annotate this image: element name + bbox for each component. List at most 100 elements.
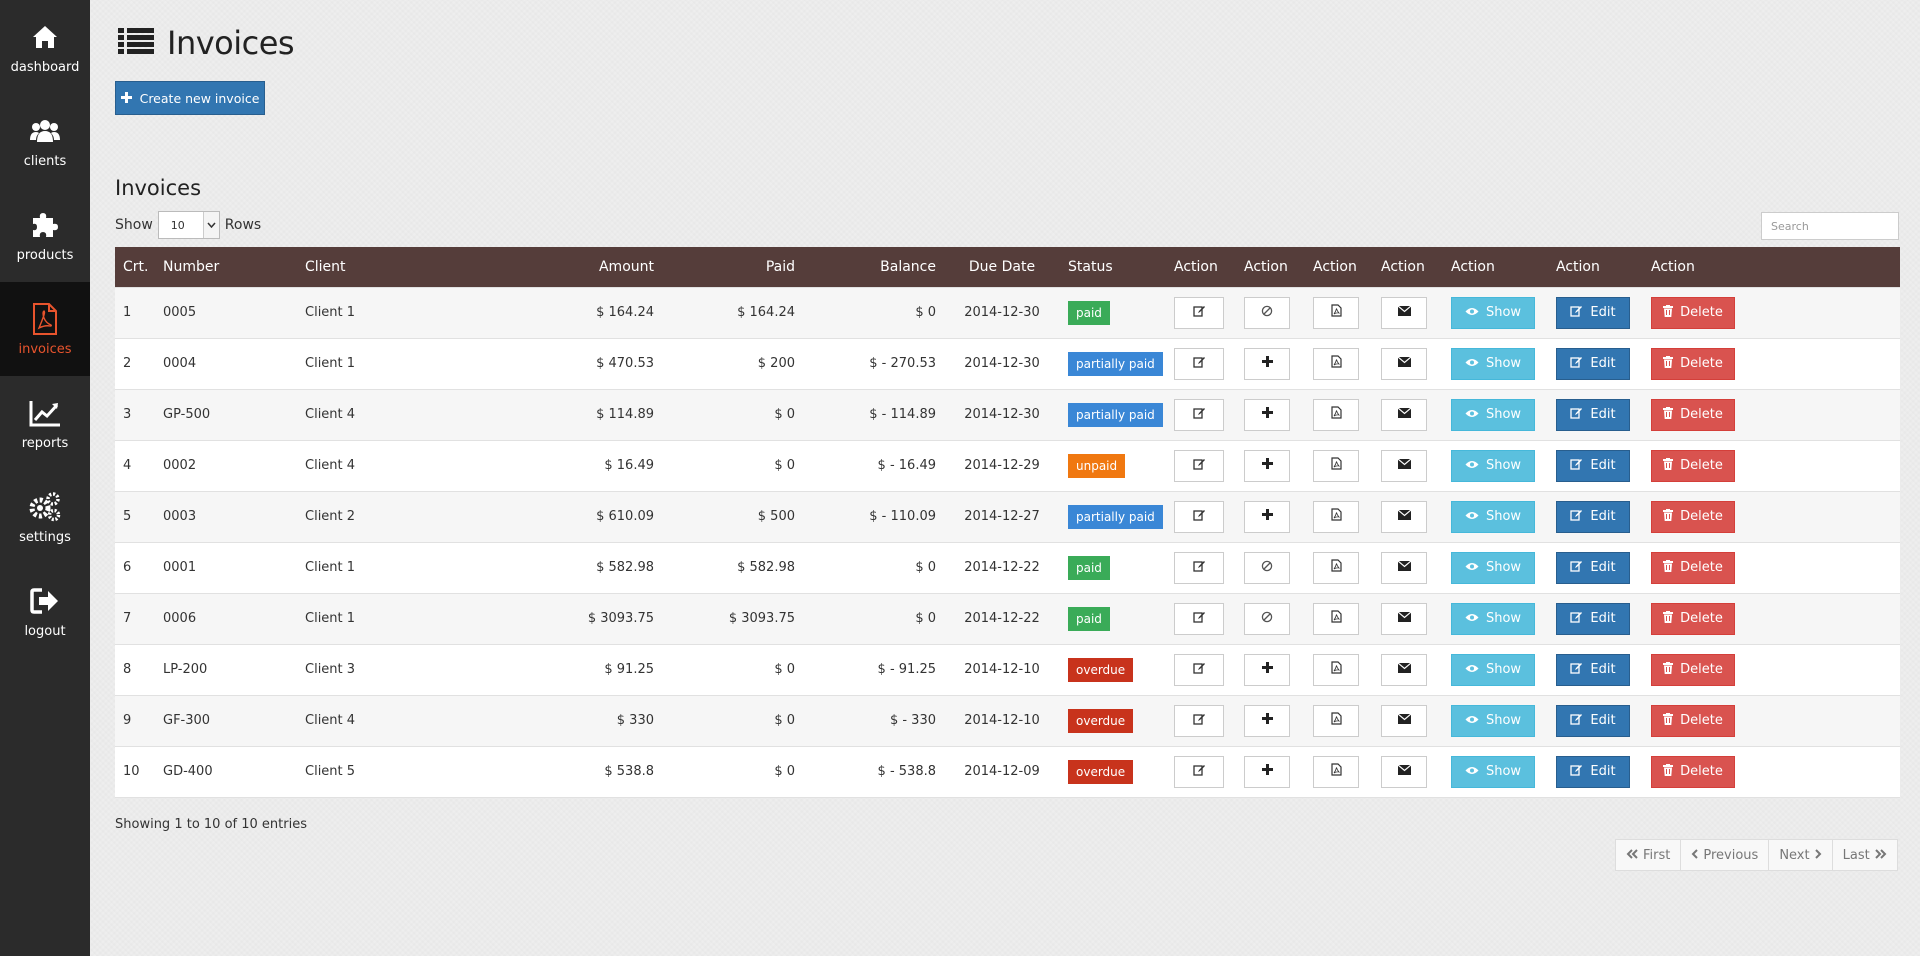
download-pdf-button[interactable] bbox=[1313, 296, 1359, 329]
edit-invoice-icon-button[interactable] bbox=[1174, 602, 1224, 635]
add-payment-button[interactable] bbox=[1244, 755, 1290, 788]
cell-crt: 7 bbox=[115, 592, 155, 644]
edit-invoice-icon-button[interactable] bbox=[1174, 296, 1224, 329]
download-pdf-button[interactable] bbox=[1313, 500, 1359, 533]
edit-button[interactable]: Edit bbox=[1556, 551, 1630, 584]
download-pdf-button[interactable] bbox=[1313, 755, 1359, 788]
edit-invoice-icon-button[interactable] bbox=[1174, 551, 1224, 584]
show-button[interactable]: Show bbox=[1451, 755, 1535, 788]
edit-button[interactable]: Edit bbox=[1556, 653, 1630, 686]
send-email-button[interactable] bbox=[1381, 398, 1427, 431]
cell-due-date: 2014-12-10 bbox=[944, 694, 1060, 746]
send-email-button[interactable] bbox=[1381, 704, 1427, 737]
send-email-button[interactable] bbox=[1381, 500, 1427, 533]
column-header-status[interactable]: Status bbox=[1060, 247, 1166, 287]
delete-button[interactable]: Delete bbox=[1651, 296, 1735, 329]
create-invoice-button[interactable]: Create new invoice bbox=[115, 81, 265, 115]
download-pdf-button[interactable] bbox=[1313, 704, 1359, 737]
add-payment-button[interactable] bbox=[1244, 704, 1290, 737]
show-button[interactable]: Show bbox=[1451, 551, 1535, 584]
column-header-due-date[interactable]: Due Date bbox=[944, 247, 1060, 287]
edit-invoice-icon-button[interactable] bbox=[1174, 755, 1224, 788]
delete-button[interactable]: Delete bbox=[1651, 398, 1735, 431]
rows-per-page-select[interactable]: 10 bbox=[157, 211, 220, 239]
column-header-balance[interactable]: Balance bbox=[803, 247, 944, 287]
add-payment-button[interactable] bbox=[1244, 398, 1290, 431]
first-page-label: First bbox=[1643, 847, 1671, 863]
column-header-client[interactable]: Client bbox=[297, 247, 545, 287]
cell-number: 0003 bbox=[155, 490, 297, 542]
send-email-button[interactable] bbox=[1381, 653, 1427, 686]
edit-button[interactable]: Edit bbox=[1556, 449, 1630, 482]
show-button[interactable]: Show bbox=[1451, 653, 1535, 686]
delete-button[interactable]: Delete bbox=[1651, 602, 1735, 635]
edit-button[interactable]: Edit bbox=[1556, 500, 1630, 533]
delete-button[interactable]: Delete bbox=[1651, 500, 1735, 533]
show-label: Show bbox=[1485, 560, 1522, 575]
download-pdf-button[interactable] bbox=[1313, 653, 1359, 686]
download-pdf-button[interactable] bbox=[1313, 347, 1359, 380]
edit-invoice-icon-button[interactable] bbox=[1174, 653, 1224, 686]
sidebar-item-dashboard[interactable]: dashboard bbox=[0, 0, 90, 94]
add-payment-button[interactable] bbox=[1244, 500, 1290, 533]
add-payment-button[interactable] bbox=[1244, 653, 1290, 686]
download-pdf-button[interactable] bbox=[1313, 602, 1359, 635]
send-email-button[interactable] bbox=[1381, 347, 1427, 380]
sidebar-item-clients[interactable]: clients bbox=[0, 94, 90, 188]
payment-disabled-button[interactable] bbox=[1244, 296, 1290, 329]
show-button[interactable]: Show bbox=[1451, 449, 1535, 482]
show-button[interactable]: Show bbox=[1451, 500, 1535, 533]
search-input[interactable] bbox=[1761, 212, 1899, 240]
delete-button[interactable]: Delete bbox=[1651, 755, 1735, 788]
delete-button[interactable]: Delete bbox=[1651, 653, 1735, 686]
edit-button[interactable]: Edit bbox=[1556, 755, 1630, 788]
show-button[interactable]: Show bbox=[1451, 704, 1535, 737]
add-payment-button[interactable] bbox=[1244, 347, 1290, 380]
column-header-paid[interactable]: Paid bbox=[662, 247, 803, 287]
next-page-button[interactable]: Next bbox=[1768, 839, 1833, 871]
cell-paid: $ 200 bbox=[662, 337, 803, 389]
show-button[interactable]: Show bbox=[1451, 296, 1535, 329]
delete-button[interactable]: Delete bbox=[1651, 704, 1735, 737]
send-email-button[interactable] bbox=[1381, 449, 1427, 482]
delete-button[interactable]: Delete bbox=[1651, 347, 1735, 380]
payment-disabled-button[interactable] bbox=[1244, 551, 1290, 584]
edit-invoice-icon-button[interactable] bbox=[1174, 500, 1224, 533]
edit-button[interactable]: Edit bbox=[1556, 602, 1630, 635]
sidebar-item-invoices[interactable]: invoices bbox=[0, 282, 90, 376]
show-button[interactable]: Show bbox=[1451, 398, 1535, 431]
edit-button[interactable]: Edit bbox=[1556, 296, 1630, 329]
column-header-amount[interactable]: Amount bbox=[545, 247, 662, 287]
download-pdf-button[interactable] bbox=[1313, 398, 1359, 431]
sidebar-item-logout[interactable]: logout bbox=[0, 564, 90, 658]
show-button[interactable]: Show bbox=[1451, 347, 1535, 380]
edit-button[interactable]: Edit bbox=[1556, 704, 1630, 737]
sidebar-item-products[interactable]: products bbox=[0, 188, 90, 282]
edit-invoice-icon-button[interactable] bbox=[1174, 398, 1224, 431]
cell-crt: 2 bbox=[115, 337, 155, 389]
sidebar-item-settings[interactable]: settings bbox=[0, 470, 90, 564]
edit-invoice-icon-button[interactable] bbox=[1174, 704, 1224, 737]
payment-disabled-button[interactable] bbox=[1244, 602, 1290, 635]
download-pdf-button[interactable] bbox=[1313, 551, 1359, 584]
send-email-button[interactable] bbox=[1381, 296, 1427, 329]
send-email-button[interactable] bbox=[1381, 551, 1427, 584]
show-button[interactable]: Show bbox=[1451, 602, 1535, 635]
edit-button[interactable]: Edit bbox=[1556, 347, 1630, 380]
edit-invoice-icon-button[interactable] bbox=[1174, 347, 1224, 380]
add-payment-button[interactable] bbox=[1244, 449, 1290, 482]
cell-paid: $ 0 bbox=[662, 694, 803, 746]
delete-button[interactable]: Delete bbox=[1651, 449, 1735, 482]
send-email-button[interactable] bbox=[1381, 755, 1427, 788]
send-email-button[interactable] bbox=[1381, 602, 1427, 635]
cell-due-date: 2014-12-22 bbox=[944, 541, 1060, 593]
previous-page-button[interactable]: Previous bbox=[1680, 839, 1770, 871]
download-pdf-button[interactable] bbox=[1313, 449, 1359, 482]
column-header-number[interactable]: Number bbox=[155, 247, 297, 287]
edit-invoice-icon-button[interactable] bbox=[1174, 449, 1224, 482]
sidebar-item-reports[interactable]: reports bbox=[0, 376, 90, 470]
first-page-button[interactable]: First bbox=[1615, 839, 1682, 871]
last-page-button[interactable]: Last bbox=[1831, 839, 1898, 871]
delete-button[interactable]: Delete bbox=[1651, 551, 1735, 584]
edit-button[interactable]: Edit bbox=[1556, 398, 1630, 431]
